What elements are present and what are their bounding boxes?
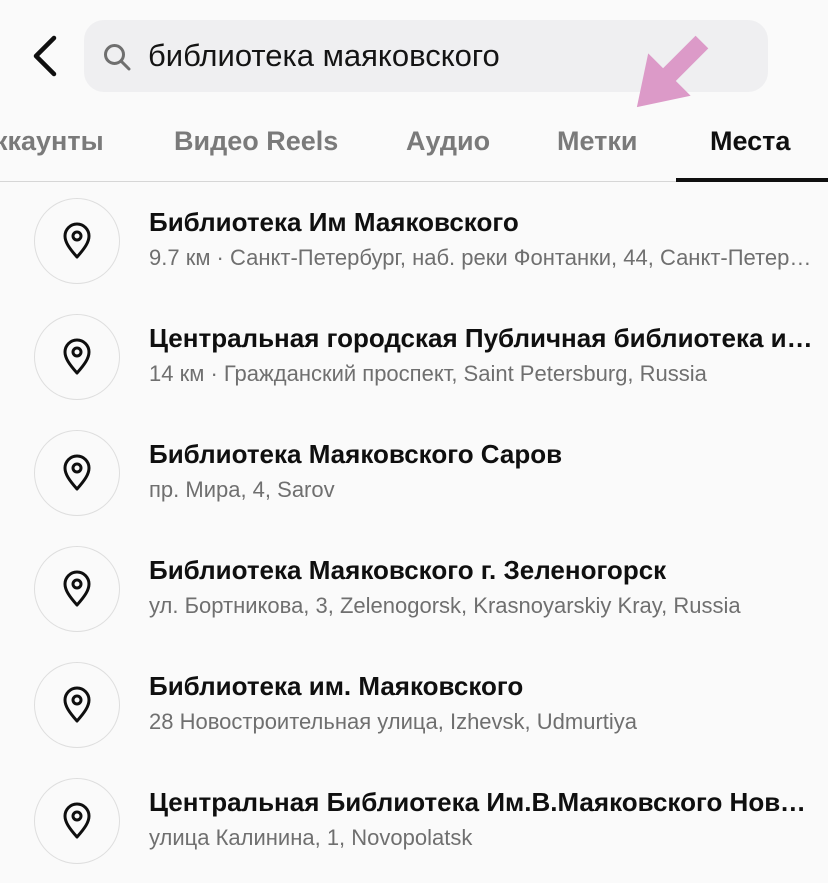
- location-pin-icon: [63, 686, 91, 723]
- chevron-left-icon: [33, 35, 57, 77]
- location-pin-icon: [63, 570, 91, 607]
- place-subtitle: 9.7 км · Санкт-Петербург, наб. реки Фонт…: [149, 245, 813, 270]
- place-result-item[interactable]: Центральная городская Публичная библиоте…: [0, 299, 828, 415]
- place-avatar: [34, 314, 120, 400]
- place-title: Библиотека Маяковского Саров: [149, 439, 563, 469]
- tab-accounts[interactable]: ккаунты: [0, 100, 104, 182]
- place-avatar: [34, 662, 120, 748]
- place-title: Центральная Библиотека Им.В.Маяковского …: [149, 787, 813, 817]
- place-title: Центральная городская Публичная библиоте…: [149, 323, 813, 353]
- search-category-tabs: ккаунты Видео Reels Аудио Метки Места: [0, 100, 828, 182]
- place-result-item[interactable]: Библиотека Маяковского г. Зеленогорск ул…: [0, 531, 828, 647]
- back-button[interactable]: [22, 32, 66, 80]
- tab-reels[interactable]: Видео Reels: [174, 100, 338, 182]
- tab-audio[interactable]: Аудио: [406, 100, 490, 182]
- place-subtitle: 28 Новостроительная улица, Izhevsk, Udmu…: [149, 709, 638, 734]
- place-subtitle: ул. Бортникова, 3, Zelenogorsk, Krasnoya…: [149, 593, 741, 618]
- location-pin-icon: [63, 222, 91, 259]
- search-input[interactable]: библиотека маяковского: [84, 20, 768, 92]
- place-avatar: [34, 430, 120, 516]
- place-result-item[interactable]: Библиотека им. Маяковского 28 Новостроит…: [0, 647, 828, 763]
- place-result-item[interactable]: Библиотека Им Маяковского 9.7 км · Санкт…: [0, 183, 828, 299]
- tab-tags[interactable]: Метки: [557, 100, 638, 182]
- place-subtitle: улица Калинина, 1, Novopolatsk: [149, 825, 473, 850]
- place-results-list: Библиотека Им Маяковского 9.7 км · Санкт…: [0, 183, 828, 879]
- place-avatar: [34, 198, 120, 284]
- location-pin-icon: [63, 454, 91, 491]
- location-pin-icon: [63, 338, 91, 375]
- search-results-screen: библиотека маяковского ккаунты Видео Ree…: [0, 0, 828, 883]
- place-avatar: [34, 778, 120, 864]
- place-title: Библиотека им. Маяковского: [149, 671, 524, 701]
- active-tab-indicator: [676, 178, 828, 182]
- search-query-text: библиотека маяковского: [148, 38, 500, 73]
- place-subtitle: 14 км · Гражданский проспект, Saint Pete…: [149, 361, 707, 386]
- place-result-item[interactable]: Центральная Библиотека Им.В.Маяковского …: [0, 763, 828, 879]
- place-title: Библиотека Маяковского г. Зеленогорск: [149, 555, 667, 585]
- place-subtitle: пр. Мира, 4, Sarov: [149, 477, 335, 502]
- place-result-item[interactable]: Библиотека Маяковского Саров пр. Мира, 4…: [0, 415, 828, 531]
- location-pin-icon: [63, 802, 91, 839]
- search-icon: [104, 44, 131, 71]
- place-avatar: [34, 546, 120, 632]
- place-title: Библиотека Им Маяковского: [149, 207, 519, 237]
- tab-places[interactable]: Места: [710, 100, 790, 182]
